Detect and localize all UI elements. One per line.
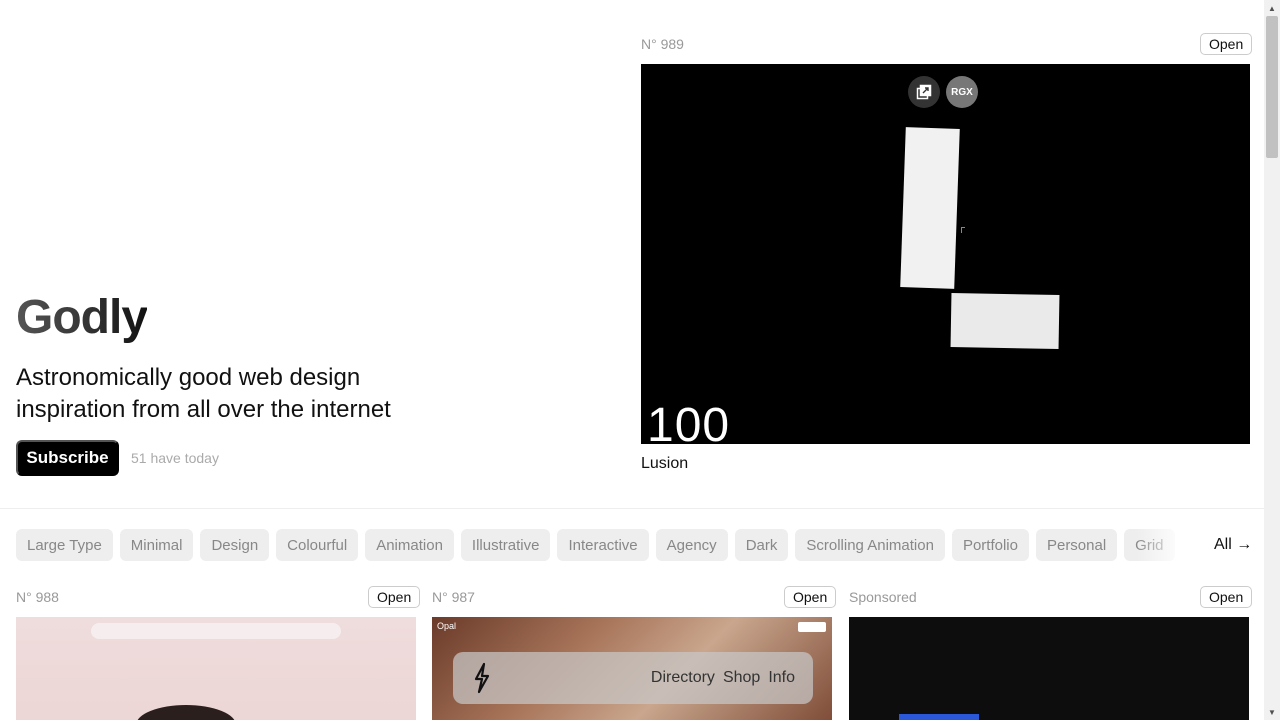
card-preview[interactable] — [849, 617, 1249, 720]
featured-site-name[interactable]: Lusion — [641, 455, 688, 473]
tag-chip[interactable]: Minimal — [119, 529, 194, 561]
card-open-button[interactable]: Open — [1200, 586, 1253, 608]
preview-bar — [91, 623, 341, 639]
card-open-button[interactable]: Open — [368, 586, 421, 608]
tag-chip[interactable]: Colourful — [276, 529, 359, 561]
site-title: Godly — [16, 291, 148, 344]
tag-chip[interactable]: Scrolling Animation — [795, 529, 945, 561]
tag-chip[interactable]: Design — [200, 529, 270, 561]
preview-logo: Opal — [437, 621, 457, 631]
card-preview[interactable] — [16, 617, 416, 720]
tag-chip[interactable]: Animation — [365, 529, 454, 561]
tag-chip[interactable]: Agency — [655, 529, 728, 561]
tag-chip[interactable]: Interactive — [557, 529, 649, 561]
card-open-button[interactable]: Open — [784, 586, 837, 608]
tag-filter-bar: Large Type Minimal Design Colourful Anim… — [16, 529, 1186, 561]
rgx-badge[interactable]: RGX — [946, 76, 978, 108]
featured-preview[interactable]: RGX 100 — [641, 64, 1250, 444]
sponsored-label: Sponsored — [849, 589, 917, 605]
nav-directory[interactable]: Directory — [651, 669, 715, 687]
all-tags-link[interactable]: All → — [1214, 536, 1252, 554]
floating-nav: Directory Shop Info — [453, 652, 813, 704]
preview-number: 100 — [647, 399, 731, 444]
featured-number: N° 989 — [641, 36, 684, 52]
copy-icon[interactable] — [908, 76, 940, 108]
section-divider — [0, 508, 1264, 509]
card-number: N° 987 — [432, 589, 475, 605]
tag-chip[interactable]: Large Type — [16, 529, 113, 561]
card-number: N° 988 — [16, 589, 59, 605]
subscriber-count: 51 have today — [131, 450, 219, 466]
preview-shape — [899, 714, 979, 720]
site-tagline: Astronomically good web design inspirati… — [16, 364, 391, 423]
preview-button — [798, 622, 826, 632]
scroll-up-arrow-icon[interactable]: ▲ — [1264, 0, 1280, 16]
tag-chip[interactable]: Personal — [1035, 529, 1118, 561]
cursor-icon — [961, 227, 965, 233]
nav-shop[interactable]: Shop — [723, 669, 760, 687]
tag-chip[interactable]: Dark — [734, 529, 789, 561]
preview-shape — [136, 705, 236, 720]
scrollbar-thumb[interactable] — [1266, 16, 1278, 158]
preview-shape-vertical — [900, 127, 960, 289]
tags-fade — [1136, 529, 1186, 561]
subscribe-button[interactable]: Subscribe — [16, 440, 119, 476]
lightning-bolt-icon[interactable] — [471, 662, 493, 694]
preview-shape-horizontal — [950, 293, 1060, 349]
tag-chip[interactable]: Illustrative — [460, 529, 551, 561]
scroll-down-arrow-icon[interactable]: ▼ — [1264, 704, 1280, 720]
nav-info[interactable]: Info — [768, 669, 795, 687]
tag-chip[interactable]: Portfolio — [951, 529, 1029, 561]
featured-open-button[interactable]: Open — [1200, 33, 1253, 55]
